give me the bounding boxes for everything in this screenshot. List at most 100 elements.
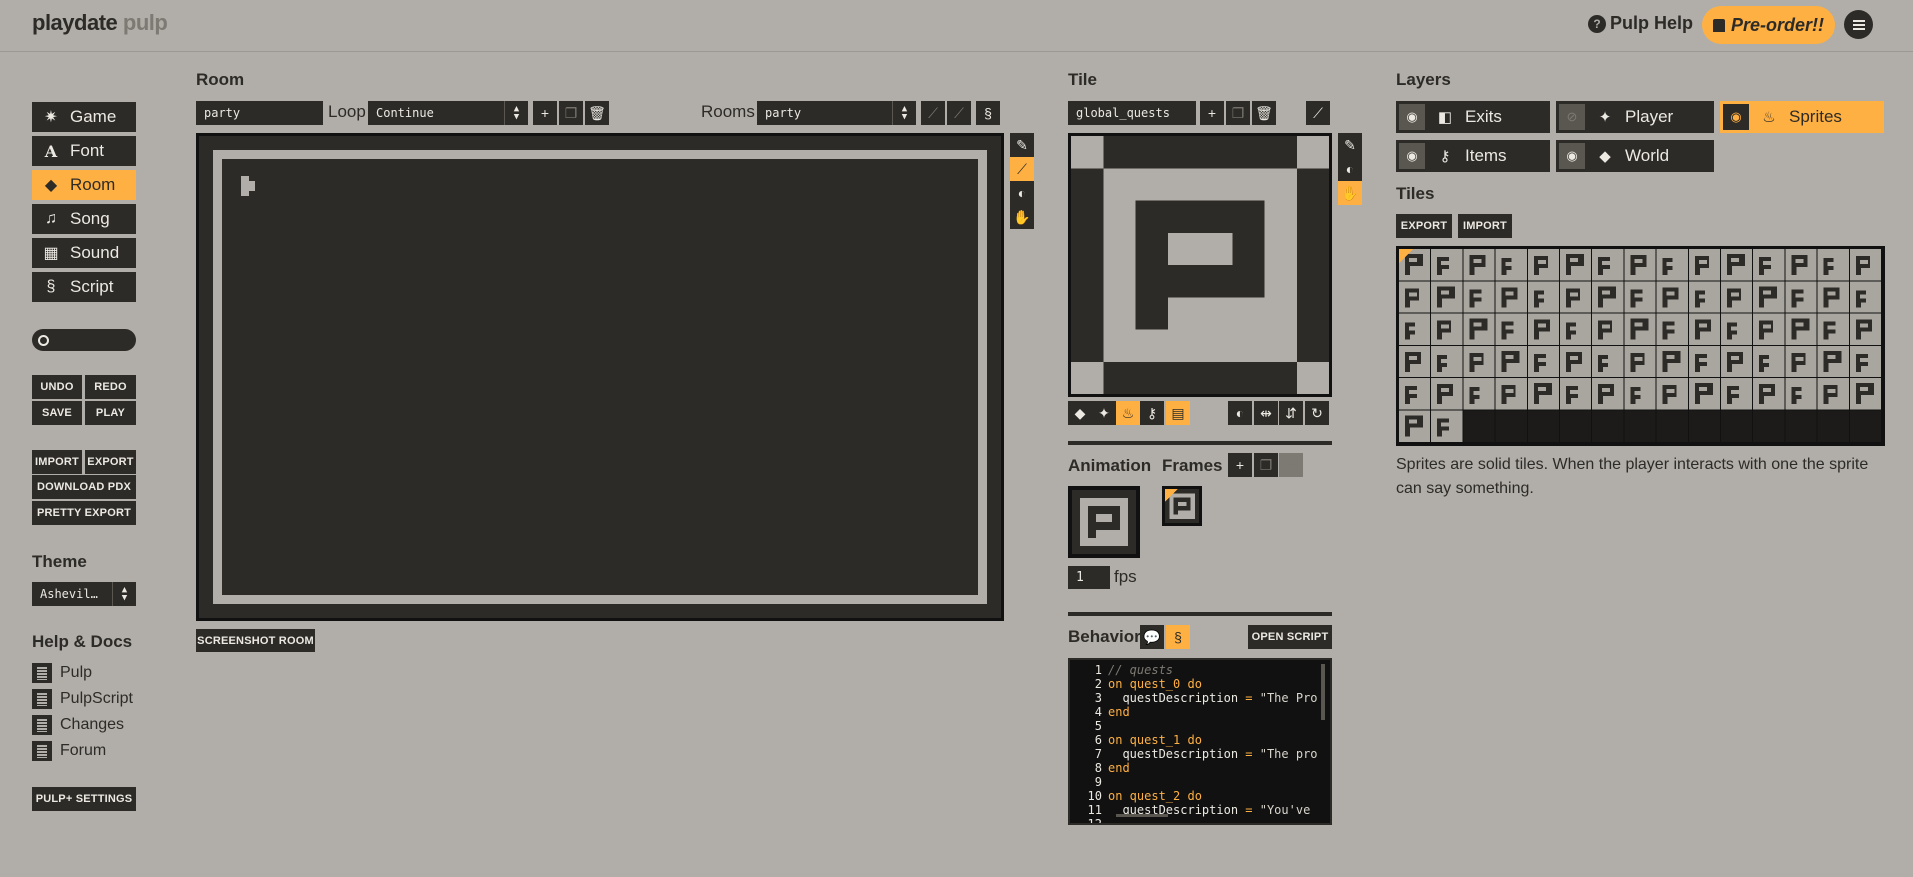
layer-player[interactable]: ⊘ ✦ Player [1556,101,1714,133]
tileset-tile[interactable] [1463,313,1495,345]
tileset-tile[interactable] [1399,345,1431,378]
tileset-tile[interactable] [1656,378,1688,410]
delete-tile-button[interactable]: 🗑 [1252,101,1276,125]
frame-thumbnail[interactable] [1162,486,1202,526]
fill-tool[interactable]: ◐ [1010,181,1034,205]
tileset-tile[interactable] [1463,249,1495,281]
code-line[interactable]: 6 on quest_1 do [1070,733,1330,747]
export-button[interactable]: EXPORT [85,450,136,474]
code-line[interactable]: 10 on quest_2 do [1070,789,1330,803]
open-script-button[interactable]: OPEN SCRIPT [1248,625,1332,649]
tileset-tile[interactable] [1495,345,1527,378]
tileset-tile[interactable] [1624,313,1656,345]
tile-pencil-tool[interactable]: ✎ [1338,133,1362,157]
tileset-tile[interactable] [1592,345,1624,378]
code-scrollbar[interactable] [1321,664,1325,720]
flip-vertical-button[interactable]: ⇵ [1279,401,1303,425]
tileset-tile[interactable] [1688,410,1720,442]
eye-icon[interactable]: ◉ [1399,143,1425,169]
tileset-tile[interactable] [1560,410,1592,442]
tileset-tile[interactable] [1656,249,1688,281]
tileset-tile[interactable] [1495,378,1527,410]
tileset-tile[interactable] [1463,378,1495,410]
tileset-tile[interactable] [1817,345,1849,378]
tileset-tile[interactable] [1624,281,1656,313]
duplicate-room-button[interactable]: ❐ [559,101,583,125]
layer-world[interactable]: ◉ ◆ World [1556,140,1714,172]
add-tile-button[interactable]: + [1200,101,1224,125]
tileset-tile[interactable] [1785,249,1817,281]
script-behavior-button[interactable]: § [1166,625,1190,649]
tileset-tile[interactable] [1624,378,1656,410]
tileset-tile[interactable] [1527,410,1559,442]
overlay-toggle-button[interactable]: ⟋ [947,101,971,125]
doc-link-forum[interactable]: Forum [32,741,106,761]
tileset-tile[interactable] [1849,410,1881,442]
tileset-tile[interactable] [1785,313,1817,345]
invert-tile-button[interactable]: ◐ [1228,401,1252,425]
tile-grid-toggle[interactable]: ▤ [1166,401,1190,425]
preorder-button[interactable]: Pre-order!! [1702,6,1835,44]
nav-font[interactable]: A Font [32,136,136,166]
fps-input[interactable]: 1 [1068,566,1110,589]
doc-link-changes[interactable]: Changes [32,715,124,735]
tile-name-input[interactable]: global_quests [1068,101,1196,125]
tileset-tile[interactable] [1656,281,1688,313]
tile-type-item[interactable]: ⚷ [1140,401,1164,425]
redo-button[interactable]: REDO [85,375,136,399]
tileset-tile[interactable] [1431,410,1463,442]
screenshot-room-button[interactable]: SCREENSHOT ROOM [196,629,315,652]
code-line[interactable]: 2 on quest_0 do [1070,677,1330,691]
tileset-tile[interactable] [1849,249,1881,281]
pretty-export-button[interactable]: PRETTY EXPORT [32,501,136,525]
tileset-tile[interactable] [1721,410,1753,442]
tileset-tile[interactable] [1817,281,1849,313]
rotate-tile-button[interactable]: ↻ [1305,401,1329,425]
tileset-tile[interactable] [1592,249,1624,281]
tileset-tile[interactable] [1463,410,1495,442]
code-line[interactable]: 3 questDescription = "The Pro [1070,691,1330,705]
tileset-tile[interactable] [1785,345,1817,378]
say-behavior-button[interactable]: 💬 [1140,625,1164,649]
tileset-tile[interactable] [1753,345,1785,378]
tileset-tile[interactable] [1721,378,1753,410]
nav-song[interactable]: ♫ Song [32,204,136,234]
nav-room[interactable]: ◆ Room [32,170,136,200]
tileset-tile[interactable] [1753,410,1785,442]
menu-button[interactable] [1844,10,1873,39]
nav-game[interactable]: ✷ Game [32,102,136,132]
room-script-button[interactable]: § [976,101,1000,125]
add-frame-button[interactable]: + [1228,453,1252,477]
duplicate-frame-button[interactable]: ❐ [1254,453,1278,477]
layer-sprites[interactable]: ◉ ♨ Sprites [1720,101,1884,133]
room-name-input[interactable]: party [196,101,323,125]
tileset-tile[interactable] [1817,378,1849,410]
tileset-tile[interactable] [1495,249,1527,281]
tile-type-world[interactable]: ◆ [1068,401,1092,425]
tile-hand-tool[interactable]: ✋ [1338,181,1362,205]
tileset-tile[interactable] [1527,345,1559,378]
tiles-import-button[interactable]: IMPORT [1458,214,1512,238]
doc-link-pulp[interactable]: Pulp [32,663,92,683]
search-input[interactable] [32,329,136,351]
code-line[interactable]: 7 questDescription = "The pro [1070,747,1330,761]
play-button[interactable]: PLAY [85,401,136,425]
flip-tile-button[interactable]: ⇹ [1254,401,1278,425]
eye-icon[interactable]: ◉ [1723,104,1749,130]
room-canvas[interactable] [196,133,1004,621]
tileset-tile[interactable] [1656,410,1688,442]
tileset-tile[interactable] [1753,313,1785,345]
settings-button[interactable]: PULP+ SETTINGS [32,787,136,811]
tile-type-player[interactable]: ✦ [1092,401,1116,425]
tileset-tile[interactable] [1431,378,1463,410]
tileset-tile[interactable] [1560,249,1592,281]
tileset-tile[interactable] [1495,281,1527,313]
nav-script[interactable]: § Script [32,272,136,302]
tileset-tile[interactable] [1399,410,1431,442]
tileset-tile[interactable] [1688,249,1720,281]
tileset-tile[interactable] [1592,378,1624,410]
tileset-tile[interactable] [1849,281,1881,313]
tileset-tile[interactable] [1753,378,1785,410]
grid-toggle-button[interactable]: ⟋ [921,101,945,125]
tileset-tile[interactable] [1688,281,1720,313]
